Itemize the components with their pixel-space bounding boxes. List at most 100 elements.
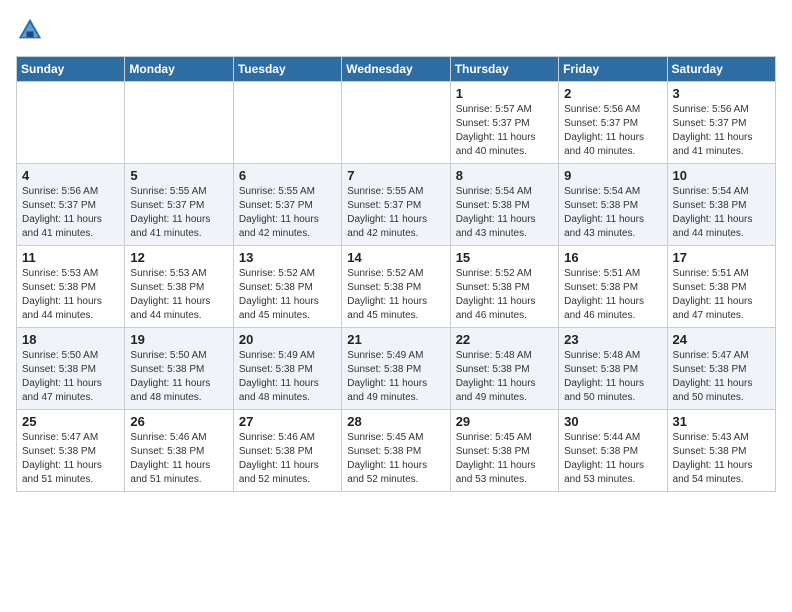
day-info: Sunrise: 5:55 AM Sunset: 5:37 PM Dayligh… <box>347 185 444 241</box>
day-info: Sunrise: 5:49 AM Sunset: 5:38 PM Dayligh… <box>239 349 336 405</box>
day-info: Sunrise: 5:47 AM Sunset: 5:38 PM Dayligh… <box>22 431 119 487</box>
day-number: 29 <box>456 414 553 429</box>
calendar-cell: 4 Sunrise: 5:56 AM Sunset: 5:37 PM Daylig… <box>17 164 125 246</box>
day-info: Sunrise: 5:46 AM Sunset: 5:38 PM Dayligh… <box>239 431 336 487</box>
calendar: SundayMondayTuesdayWednesdayThursdayFrid… <box>16 56 776 492</box>
day-number: 25 <box>22 414 119 429</box>
day-number: 21 <box>347 332 444 347</box>
calendar-cell: 12Sunrise: 5:53 AM Sunset: 5:38 PM Dayli… <box>125 246 233 328</box>
logo-icon <box>16 16 44 44</box>
calendar-cell: 2 Sunrise: 5:56 AM Sunset: 5:37 PM Daylig… <box>559 82 667 164</box>
day-number: 4 <box>22 168 119 183</box>
calendar-cell: 25 Sunrise: 5:47 AM Sunset: 5:38 PM Dayli… <box>17 410 125 492</box>
calendar-cell: 24 Sunrise: 5:47 AM Sunset: 5:38 PM Dayli… <box>667 328 775 410</box>
day-info: Sunrise: 5:54 AM Sunset: 5:38 PM Dayligh… <box>673 185 770 241</box>
weekday-monday: Monday <box>125 57 233 82</box>
day-number: 28 <box>347 414 444 429</box>
calendar-cell: 17 Sunrise: 5:51 AM Sunset: 5:38 PM Dayli… <box>667 246 775 328</box>
calendar-week-4: 25 Sunrise: 5:47 AM Sunset: 5:38 PM Dayli… <box>17 410 776 492</box>
calendar-cell: 22 Sunrise: 5:48 AM Sunset: 5:38 PM Dayli… <box>450 328 558 410</box>
day-info: Sunrise: 5:54 AM Sunset: 5:38 PM Dayligh… <box>564 185 661 241</box>
calendar-cell: 1Sunrise: 5:57 AM Sunset: 5:37 PM Daylig… <box>450 82 558 164</box>
day-info: Sunrise: 5:44 AM Sunset: 5:38 PM Dayligh… <box>564 431 661 487</box>
day-info: Sunrise: 5:46 AM Sunset: 5:38 PM Dayligh… <box>130 431 227 487</box>
day-number: 8 <box>456 168 553 183</box>
day-info: Sunrise: 5:51 AM Sunset: 5:38 PM Dayligh… <box>673 267 770 323</box>
calendar-cell: 11Sunrise: 5:53 AM Sunset: 5:38 PM Dayli… <box>17 246 125 328</box>
weekday-tuesday: Tuesday <box>233 57 341 82</box>
calendar-cell: 14 Sunrise: 5:52 AM Sunset: 5:38 PM Dayli… <box>342 246 450 328</box>
calendar-week-2: 11Sunrise: 5:53 AM Sunset: 5:38 PM Dayli… <box>17 246 776 328</box>
calendar-cell: 9 Sunrise: 5:54 AM Sunset: 5:38 PM Daylig… <box>559 164 667 246</box>
calendar-cell: 23 Sunrise: 5:48 AM Sunset: 5:38 PM Dayli… <box>559 328 667 410</box>
weekday-sunday: Sunday <box>17 57 125 82</box>
day-number: 13 <box>239 250 336 265</box>
calendar-cell: 13 Sunrise: 5:52 AM Sunset: 5:38 PM Dayli… <box>233 246 341 328</box>
calendar-cell: 6Sunrise: 5:55 AM Sunset: 5:37 PM Daylig… <box>233 164 341 246</box>
day-info: Sunrise: 5:48 AM Sunset: 5:38 PM Dayligh… <box>456 349 553 405</box>
calendar-body: 1Sunrise: 5:57 AM Sunset: 5:37 PM Daylig… <box>17 82 776 492</box>
day-info: Sunrise: 5:48 AM Sunset: 5:38 PM Dayligh… <box>564 349 661 405</box>
weekday-wednesday: Wednesday <box>342 57 450 82</box>
calendar-cell <box>17 82 125 164</box>
calendar-header: SundayMondayTuesdayWednesdayThursdayFrid… <box>17 57 776 82</box>
day-info: Sunrise: 5:50 AM Sunset: 5:38 PM Dayligh… <box>130 349 227 405</box>
day-info: Sunrise: 5:53 AM Sunset: 5:38 PM Dayligh… <box>22 267 119 323</box>
calendar-cell: 31Sunrise: 5:43 AM Sunset: 5:38 PM Dayli… <box>667 410 775 492</box>
calendar-cell: 19Sunrise: 5:50 AM Sunset: 5:38 PM Dayli… <box>125 328 233 410</box>
day-info: Sunrise: 5:47 AM Sunset: 5:38 PM Dayligh… <box>673 349 770 405</box>
calendar-cell: 15 Sunrise: 5:52 AM Sunset: 5:38 PM Dayli… <box>450 246 558 328</box>
day-number: 22 <box>456 332 553 347</box>
day-info: Sunrise: 5:49 AM Sunset: 5:38 PM Dayligh… <box>347 349 444 405</box>
day-number: 24 <box>673 332 770 347</box>
day-number: 20 <box>239 332 336 347</box>
calendar-cell: 8 Sunrise: 5:54 AM Sunset: 5:38 PM Daylig… <box>450 164 558 246</box>
calendar-cell: 20 Sunrise: 5:49 AM Sunset: 5:38 PM Dayli… <box>233 328 341 410</box>
day-info: Sunrise: 5:52 AM Sunset: 5:38 PM Dayligh… <box>347 267 444 323</box>
calendar-cell: 29 Sunrise: 5:45 AM Sunset: 5:38 PM Dayli… <box>450 410 558 492</box>
day-number: 1 <box>456 86 553 101</box>
day-number: 10 <box>673 168 770 183</box>
day-info: Sunrise: 5:56 AM Sunset: 5:37 PM Dayligh… <box>564 103 661 159</box>
day-number: 6 <box>239 168 336 183</box>
day-info: Sunrise: 5:51 AM Sunset: 5:38 PM Dayligh… <box>564 267 661 323</box>
day-number: 17 <box>673 250 770 265</box>
calendar-week-1: 4 Sunrise: 5:56 AM Sunset: 5:37 PM Daylig… <box>17 164 776 246</box>
calendar-cell <box>342 82 450 164</box>
calendar-cell: 21 Sunrise: 5:49 AM Sunset: 5:38 PM Dayli… <box>342 328 450 410</box>
day-number: 15 <box>456 250 553 265</box>
day-info: Sunrise: 5:50 AM Sunset: 5:38 PM Dayligh… <box>22 349 119 405</box>
calendar-cell: 18 Sunrise: 5:50 AM Sunset: 5:38 PM Dayli… <box>17 328 125 410</box>
day-info: Sunrise: 5:54 AM Sunset: 5:38 PM Dayligh… <box>456 185 553 241</box>
day-number: 23 <box>564 332 661 347</box>
day-number: 2 <box>564 86 661 101</box>
day-number: 5 <box>130 168 227 183</box>
weekday-thursday: Thursday <box>450 57 558 82</box>
calendar-cell: 16 Sunrise: 5:51 AM Sunset: 5:38 PM Dayli… <box>559 246 667 328</box>
calendar-cell <box>125 82 233 164</box>
page-header <box>16 16 776 44</box>
calendar-week-3: 18 Sunrise: 5:50 AM Sunset: 5:38 PM Dayli… <box>17 328 776 410</box>
day-number: 14 <box>347 250 444 265</box>
weekday-saturday: Saturday <box>667 57 775 82</box>
day-number: 30 <box>564 414 661 429</box>
day-info: Sunrise: 5:45 AM Sunset: 5:38 PM Dayligh… <box>456 431 553 487</box>
calendar-cell: 30 Sunrise: 5:44 AM Sunset: 5:38 PM Dayli… <box>559 410 667 492</box>
weekday-friday: Friday <box>559 57 667 82</box>
day-info: Sunrise: 5:56 AM Sunset: 5:37 PM Dayligh… <box>673 103 770 159</box>
day-number: 3 <box>673 86 770 101</box>
day-info: Sunrise: 5:56 AM Sunset: 5:37 PM Dayligh… <box>22 185 119 241</box>
calendar-cell: 7Sunrise: 5:55 AM Sunset: 5:37 PM Daylig… <box>342 164 450 246</box>
logo <box>16 16 48 44</box>
day-number: 18 <box>22 332 119 347</box>
day-info: Sunrise: 5:52 AM Sunset: 5:38 PM Dayligh… <box>239 267 336 323</box>
calendar-cell <box>233 82 341 164</box>
day-number: 26 <box>130 414 227 429</box>
calendar-cell: 10 Sunrise: 5:54 AM Sunset: 5:38 PM Dayli… <box>667 164 775 246</box>
day-info: Sunrise: 5:53 AM Sunset: 5:38 PM Dayligh… <box>130 267 227 323</box>
day-info: Sunrise: 5:55 AM Sunset: 5:37 PM Dayligh… <box>130 185 227 241</box>
day-number: 16 <box>564 250 661 265</box>
day-info: Sunrise: 5:52 AM Sunset: 5:38 PM Dayligh… <box>456 267 553 323</box>
day-number: 31 <box>673 414 770 429</box>
day-number: 9 <box>564 168 661 183</box>
